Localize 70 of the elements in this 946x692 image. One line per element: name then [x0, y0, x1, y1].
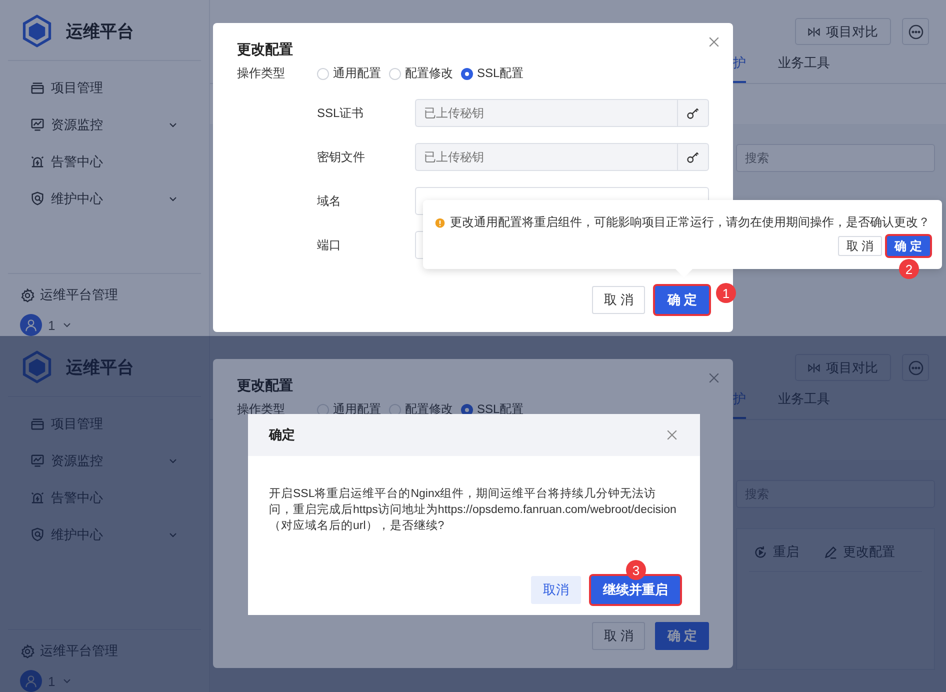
close-button[interactable]	[665, 428, 679, 442]
compare-icon	[808, 26, 820, 38]
dialog-title: 更改配置	[237, 377, 294, 395]
restart-icon	[753, 544, 768, 560]
cancel-button[interactable]: 取消	[531, 576, 581, 604]
input-field[interactable]: 已上传秘钥	[415, 143, 677, 171]
confirm-button[interactable]: 确 定	[886, 236, 930, 256]
more-icon	[908, 360, 924, 376]
nav-item[interactable]: 维护中心	[8, 180, 201, 217]
warning-icon	[435, 216, 445, 228]
pencil-icon	[823, 544, 838, 560]
radio-option[interactable]: 通用配置	[317, 65, 381, 82]
close-icon	[707, 35, 721, 49]
cancel-button[interactable]: 取 消	[592, 622, 646, 650]
more-button[interactable]	[902, 18, 929, 45]
modal-title: 确定	[269, 426, 295, 444]
gear-icon	[20, 288, 35, 302]
hexagon-cube-logo-icon	[20, 14, 54, 48]
gear-icon	[20, 644, 35, 658]
app-title: 运维平台	[66, 356, 134, 378]
close-icon	[665, 428, 679, 442]
field-label: 操作类型	[237, 65, 286, 82]
field-label: 操作类型	[237, 401, 286, 418]
key-icon	[686, 150, 700, 164]
nav-item[interactable]: 资源监控	[8, 106, 201, 143]
modal-message: 开启SSL将重启运维平台的Nginx组件，期间运维平台将持续几分钟无法访问，重启完成后https访问地址为https://opsdemo.fanruan.com/webroot/decision（对应域名后的url），是否继续?	[268, 486, 678, 534]
monitor-chart-icon	[30, 453, 45, 468]
search-field[interactable]: 搜索	[736, 144, 935, 172]
field-label: SSL证书	[317, 104, 365, 122]
nav-item[interactable]: 项目管理	[8, 69, 201, 106]
key-button[interactable]	[677, 99, 709, 127]
alarm-icon	[30, 490, 45, 505]
key-icon	[686, 106, 700, 120]
tab[interactable]: 业务工具	[778, 54, 830, 83]
radio-option[interactable]: SSL配置	[461, 65, 524, 82]
cancel-button[interactable]: 取 消	[838, 236, 882, 256]
shield-search-icon	[30, 527, 45, 542]
close-icon	[707, 371, 721, 385]
settings-link[interactable]: 运维平台管理	[20, 286, 189, 304]
alarm-icon	[30, 154, 45, 169]
user-name: 1	[48, 318, 56, 332]
compare-icon	[808, 362, 820, 374]
field-label: 端口	[317, 236, 342, 254]
cancel-button[interactable]: 取 消	[592, 286, 646, 314]
key-button[interactable]	[677, 143, 709, 171]
avatar-icon[interactable]	[20, 314, 42, 336]
person-icon	[24, 674, 38, 688]
field-label: 域名	[317, 192, 342, 210]
field-label: 密钥文件	[317, 148, 366, 166]
dialog-title: 更改配置	[237, 41, 294, 59]
person-icon	[24, 318, 38, 332]
radio-option[interactable]: 配置修改	[389, 65, 453, 82]
shield-search-icon	[30, 191, 45, 206]
close-button[interactable]	[707, 35, 721, 49]
compare-button[interactable]: 项目对比	[795, 18, 891, 45]
popover-message: 更改通用配置将重启组件，可能影响项目正常运行，请勿在使用期间操作，是否确认更改？	[450, 214, 930, 231]
card-stack-icon	[30, 80, 45, 95]
avatar-icon[interactable]	[20, 670, 42, 692]
confirm-button[interactable]: 继续并重启	[591, 576, 680, 604]
more-icon	[908, 24, 924, 40]
hexagon-cube-logo-icon	[20, 350, 54, 384]
monitor-chart-icon	[30, 117, 45, 132]
input-field[interactable]: 已上传秘钥	[415, 99, 677, 127]
app-title: 运维平台	[66, 20, 134, 42]
confirm-button[interactable]: 确 定	[655, 622, 709, 650]
confirm-button[interactable]: 确 定	[655, 286, 709, 314]
close-button[interactable]	[707, 371, 721, 385]
card-stack-icon	[30, 416, 45, 431]
more-button[interactable]	[902, 354, 929, 381]
nav-item[interactable]: 告警中心	[8, 143, 201, 180]
